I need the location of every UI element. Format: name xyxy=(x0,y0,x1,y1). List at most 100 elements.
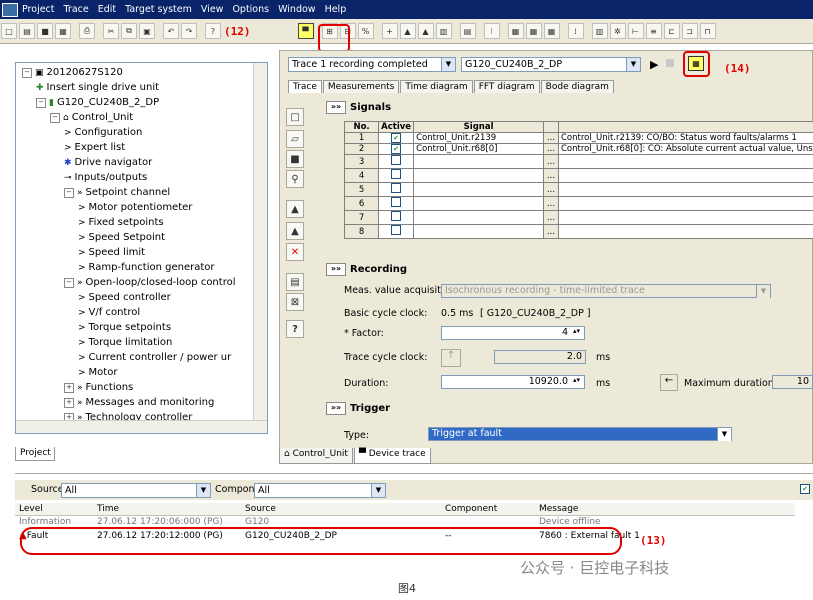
signal-browse-button[interactable]: ... xyxy=(543,132,559,144)
tool-c-icon[interactable]: ▲ xyxy=(417,23,434,39)
signals-section-header[interactable]: »» Signals xyxy=(326,101,391,114)
tree-item[interactable]: > Motor xyxy=(78,367,117,378)
trigger-section-header[interactable]: »» Trigger xyxy=(326,402,390,415)
signal-name[interactable] xyxy=(413,196,545,211)
save-all-icon[interactable]: ▦ xyxy=(55,23,71,39)
duration-input[interactable]: 10920.0 xyxy=(441,375,585,389)
collapse-icon[interactable]: − xyxy=(64,187,74,198)
menu-window[interactable]: Window xyxy=(278,4,315,15)
message-option-checkbox[interactable]: ✔ xyxy=(800,484,810,494)
new-trace-icon[interactable]: □ xyxy=(286,108,304,126)
collapse-icon[interactable]: − xyxy=(22,67,32,78)
tree-item[interactable]: ✚ Insert single drive unit xyxy=(36,82,159,93)
menu-target-system[interactable]: Target system xyxy=(125,4,192,15)
tool-h-icon[interactable]: ▦ xyxy=(525,23,542,39)
tree-item[interactable]: > Fixed setpoints xyxy=(78,217,164,228)
active-checkbox[interactable]: ✔ xyxy=(391,144,402,154)
source-filter-dropdown[interactable]: All ▼ xyxy=(61,483,211,498)
tree-horizontal-scrollbar[interactable] xyxy=(16,420,267,433)
start-trace-icon[interactable]: ▶ xyxy=(650,58,658,71)
cut-icon[interactable]: ✂ xyxy=(103,23,119,39)
tab-trace[interactable]: Trace xyxy=(288,80,322,93)
help-icon[interactable]: ? xyxy=(286,320,304,338)
signal-row[interactable]: 8... xyxy=(343,224,813,239)
tool-p-icon[interactable]: ⊐ xyxy=(681,23,698,39)
meas-acquisition-dropdown[interactable]: Isochronous recording - time-limited tra… xyxy=(441,284,771,298)
tree-item[interactable]: > Speed Setpoint xyxy=(78,232,165,243)
component-filter-dropdown[interactable]: All ▼ xyxy=(254,483,386,498)
tool-k-icon[interactable]: ▥ xyxy=(591,23,608,39)
signal-browse-button[interactable]: ... xyxy=(543,168,559,183)
signal-name[interactable] xyxy=(413,154,545,169)
move-down-icon[interactable]: ▲ xyxy=(286,222,304,240)
menu-edit[interactable]: Edit xyxy=(98,4,116,15)
paste-icon[interactable]: ▣ xyxy=(139,23,155,39)
tool-q-icon[interactable]: ⊓ xyxy=(699,23,716,39)
print-icon[interactable]: ⎙ xyxy=(79,23,95,39)
settings-a-icon[interactable]: ▤ xyxy=(286,273,304,291)
tree-item[interactable]: −» Setpoint channel xyxy=(64,187,170,198)
tree-item[interactable]: > Expert list xyxy=(64,142,125,153)
signal-name[interactable] xyxy=(413,182,545,197)
save-trace-icon[interactable]: ■ xyxy=(286,150,304,168)
signal-name[interactable]: Control_Unit.r68[0] xyxy=(413,143,545,155)
tree-item[interactable]: > V/f control xyxy=(78,307,140,318)
expand-icon[interactable]: + xyxy=(64,397,74,408)
active-checkbox[interactable] xyxy=(391,183,402,193)
signal-row[interactable]: 2 ✔ Control_Unit.r68[0]... Control_Unit.r68… xyxy=(343,143,813,155)
tree-item[interactable]: − ⌂ Control_Unit xyxy=(50,112,133,123)
tree-item[interactable]: > Torque setpoints xyxy=(78,322,171,333)
active-checkbox[interactable]: ✔ xyxy=(391,133,402,143)
device-trace-icon[interactable]: ▀ xyxy=(297,23,314,39)
tree-item[interactable]: > Speed controller xyxy=(78,292,171,303)
factor-input[interactable]: 4 xyxy=(441,326,585,340)
new-icon[interactable]: □ xyxy=(1,23,17,39)
copy-icon[interactable]: ⧉ xyxy=(121,23,137,39)
trigger-type-dropdown[interactable]: Trigger at fault ▼ xyxy=(428,427,732,441)
active-checkbox[interactable] xyxy=(391,197,402,207)
tool-n-icon[interactable]: ≡ xyxy=(645,23,662,39)
tool-g-icon[interactable]: ▦ xyxy=(507,23,524,39)
compare-icon[interactable]: % xyxy=(357,23,374,39)
tree-item[interactable]: > Ramp-function generator xyxy=(78,262,215,273)
tree-item[interactable]: ✱ Drive navigator xyxy=(64,157,152,168)
active-checkbox[interactable] xyxy=(391,169,402,179)
signal-row[interactable]: 5... xyxy=(343,182,813,197)
active-checkbox[interactable] xyxy=(391,225,402,235)
save-icon[interactable]: ■ xyxy=(37,23,53,39)
tool-l-icon[interactable]: ✲ xyxy=(609,23,626,39)
collapse-icon[interactable]: − xyxy=(64,277,74,288)
arrow-left-icon[interactable]: ← xyxy=(660,374,678,391)
tab-measurements[interactable]: Measurements xyxy=(322,80,400,93)
tab-fft-diagram[interactable]: FFT diagram xyxy=(473,80,540,93)
factor-stepper-icon[interactable]: ▴▾ xyxy=(573,327,580,335)
tool-d-icon[interactable]: ▥ xyxy=(435,23,452,39)
menu-options[interactable]: Options xyxy=(232,4,269,15)
tool-b-icon[interactable]: ▲ xyxy=(399,23,416,39)
signal-name[interactable] xyxy=(413,168,545,183)
menu-view[interactable]: View xyxy=(201,4,224,15)
stop-trace-icon[interactable] xyxy=(666,59,674,67)
project-tab[interactable]: Project xyxy=(15,447,55,461)
tree-item[interactable]: − ▮ G120_CU240B_2_DP xyxy=(36,97,159,108)
tree-item[interactable]: > Motor potentiometer xyxy=(78,202,192,213)
signal-name[interactable] xyxy=(413,210,545,225)
tool-i-icon[interactable]: ▦ xyxy=(543,23,560,39)
tree-item[interactable]: > Configuration xyxy=(64,127,142,138)
tool-e-icon[interactable]: ▤ xyxy=(459,23,476,39)
tool-j-icon[interactable]: ⁞ xyxy=(567,23,584,39)
signal-name[interactable]: Control_Unit.r2139 xyxy=(413,132,545,144)
signal-row[interactable]: 1 ✔ Control_Unit.r2139... Control_Unit.r213… xyxy=(343,132,813,144)
signal-browse-button[interactable]: ... xyxy=(543,224,559,239)
trace-status-dropdown[interactable]: Trace 1 recording completed ▼ xyxy=(288,57,456,72)
open-icon[interactable]: ▤ xyxy=(19,23,35,39)
arrow-up-icon[interactable]: ↑ xyxy=(441,349,461,367)
signal-browse-button[interactable]: ... xyxy=(543,143,559,155)
tree-item[interactable]: − ▣ 20120627S120 xyxy=(22,67,123,78)
settings-b-icon[interactable]: ⊠ xyxy=(286,293,304,311)
tab-time-diagram[interactable]: Time diagram xyxy=(400,80,473,93)
tree-item[interactable]: > Torque limitation xyxy=(78,337,172,348)
signal-row[interactable]: 4... xyxy=(343,168,813,183)
tool-a-icon[interactable]: + xyxy=(381,23,398,39)
signal-browse-button[interactable]: ... xyxy=(543,182,559,197)
